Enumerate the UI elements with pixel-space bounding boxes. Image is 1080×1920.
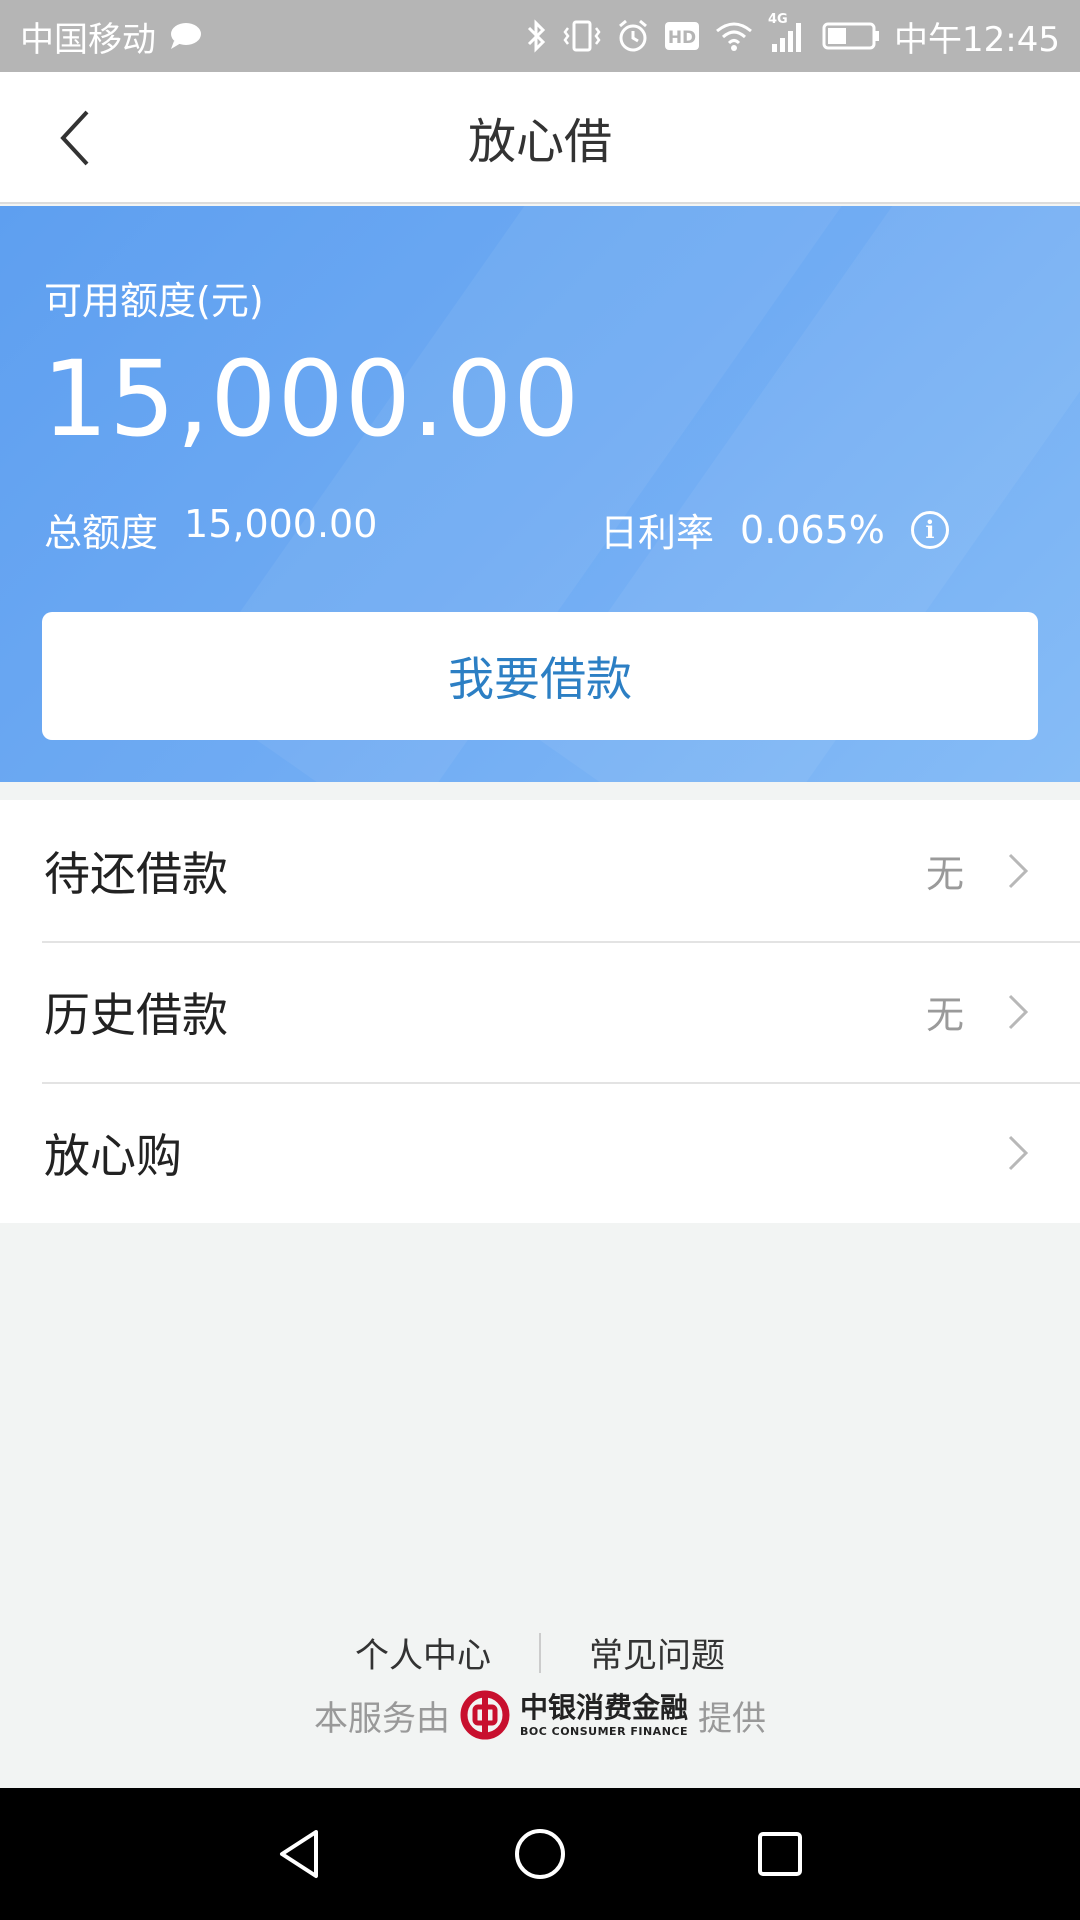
chevron-right-icon [998, 992, 1038, 1032]
back-chevron-icon [60, 110, 89, 166]
chevron-right-icon [998, 851, 1038, 891]
battery-icon [822, 21, 880, 51]
menu-item-label: 放心购 [44, 1128, 182, 1183]
service-provider: 本服务由 中银消费金融 BOC CONSUMER FINANCE 提供 [0, 1690, 1080, 1740]
home-circle-icon [515, 1829, 565, 1879]
app-header: 放心借 [0, 72, 1080, 204]
total-credit-label: 总额度 [44, 511, 159, 555]
info-icon[interactable]: i [910, 510, 949, 549]
available-credit-label: 可用额度(元) [44, 279, 264, 323]
nav-recents-button[interactable] [740, 1814, 820, 1894]
menu-item-pending-loans[interactable]: 待还借款 无 [0, 800, 1080, 941]
bluetooth-icon [526, 18, 548, 54]
clock: 中午12:45 [894, 19, 1060, 60]
provider-suffix: 提供 [698, 1698, 766, 1739]
menu-item-loan-history[interactable]: 历史借款 无 [0, 941, 1080, 1082]
wifi-icon [714, 19, 754, 53]
total-credit: 总额度 15,000.00 [44, 502, 377, 557]
hd-icon: HD [664, 21, 700, 51]
daily-rate-label: 日利率 [600, 511, 715, 555]
hd-label: HD [668, 28, 696, 48]
menu-list: 待还借款 无 历史借款 无 放心购 [0, 800, 1080, 1223]
faq-link[interactable]: 常见问题 [585, 1628, 729, 1677]
network-type: 4G [768, 12, 788, 27]
status-bar: 中国移动 HD 4G 中午12:45 [0, 0, 1080, 72]
back-button[interactable] [40, 102, 110, 174]
provider-name-en: BOC CONSUMER FINANCE [519, 1724, 688, 1738]
footer-links: 个人中心 常见问题 [0, 1628, 1080, 1677]
available-credit-amount: 15,000.00 [42, 338, 581, 460]
recents-square-icon [758, 1832, 802, 1876]
boc-emblem-icon [460, 1690, 510, 1740]
menu-item-label: 历史借款 [44, 987, 228, 1042]
nav-back-button[interactable] [260, 1814, 340, 1894]
alarm-icon [616, 18, 650, 54]
footer-divider [539, 1632, 541, 1673]
back-triangle-icon [280, 1830, 318, 1878]
carrier-name: 中国移动 [20, 19, 156, 60]
signal-icon: 4G [768, 12, 808, 54]
page-title: 放心借 [467, 114, 612, 170]
boc-logo: 中银消费金融 BOC CONSUMER FINANCE [460, 1690, 688, 1740]
borrow-button[interactable]: 我要借款 [42, 612, 1038, 740]
menu-item-value: 无 [925, 852, 964, 896]
menu-item-worry-free-shopping[interactable]: 放心购 [0, 1082, 1080, 1223]
chat-bubble-icon [168, 21, 202, 51]
system-nav-bar [0, 1788, 1080, 1920]
provider-prefix: 本服务由 [313, 1698, 450, 1739]
menu-item-label: 待还借款 [44, 846, 228, 901]
vibrate-icon [562, 18, 602, 54]
menu-item-value: 无 [925, 993, 964, 1037]
chevron-right-icon [998, 1133, 1038, 1173]
provider-name-cn: 中银消费金融 [519, 1690, 688, 1724]
total-credit-value: 15,000.00 [184, 502, 378, 546]
daily-rate-value: 0.065% [740, 507, 885, 552]
credit-banner: 可用额度(元) 15,000.00 总额度 15,000.00 日利率 0.06… [0, 206, 1080, 782]
daily-rate: 日利率 0.065% i [600, 502, 949, 557]
nav-home-button[interactable] [500, 1814, 580, 1894]
personal-center-link[interactable]: 个人中心 [351, 1628, 495, 1677]
